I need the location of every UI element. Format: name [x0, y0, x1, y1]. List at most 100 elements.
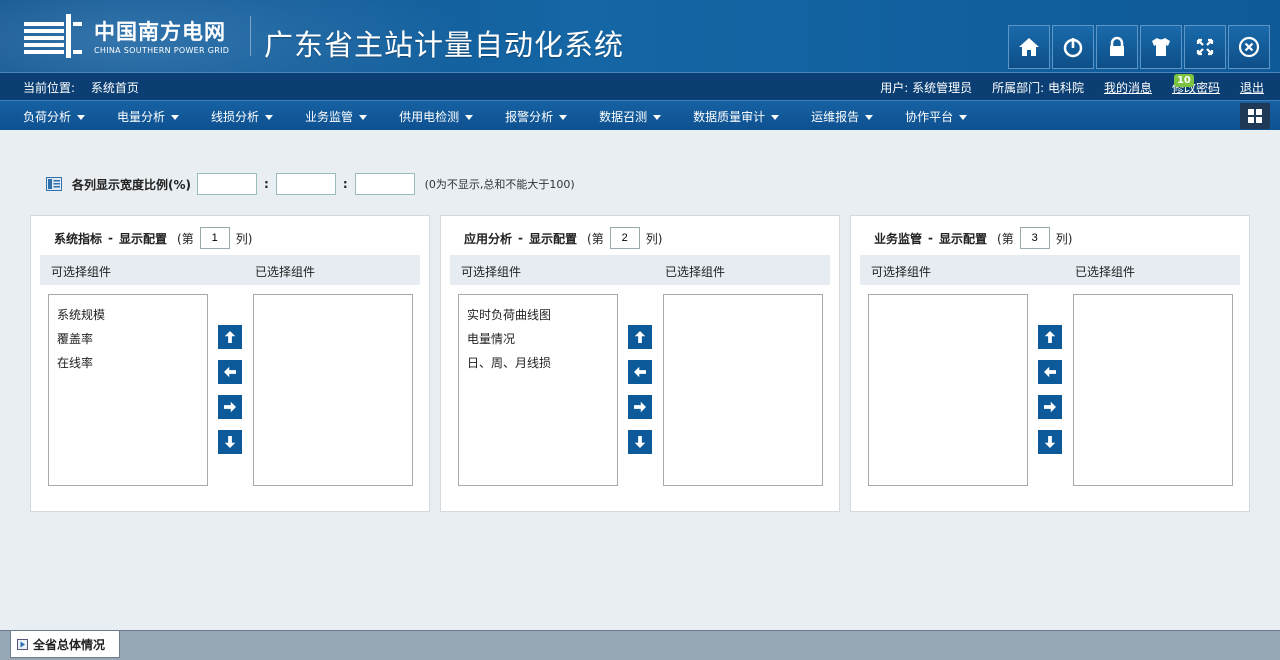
bottom-bar: 全省总体情况 [0, 630, 1280, 660]
menu-item-energy-analysis[interactable]: 电量分析 [108, 108, 188, 125]
menu-item-ops-report[interactable]: 运维报告 [802, 108, 882, 125]
available-listbox[interactable]: 系统规模 覆盖率 在线率 [48, 294, 208, 486]
transfer-buttons [1038, 325, 1062, 465]
main-menu: 负荷分析 电量分析 线损分析 业务监管 供用电检测 报警分析 数据召测 数据质量… [0, 100, 1280, 130]
arrow-right-icon [1044, 401, 1056, 413]
column-number-input[interactable] [199, 227, 230, 249]
available-header: 可选择组件 [461, 265, 522, 279]
theme-button[interactable] [1140, 25, 1182, 69]
location-value: 系统首页 [90, 81, 139, 95]
arrow-down-icon [1044, 436, 1056, 448]
panel-header-row: 可选择组件 已选择组件 [860, 255, 1240, 285]
list-item[interactable]: 覆盖率 [57, 327, 199, 351]
column-number-input[interactable] [1019, 227, 1050, 249]
close-button[interactable] [1228, 25, 1270, 69]
menu-label: 线损分析 [211, 110, 260, 124]
selected-header: 已选择组件 [255, 265, 316, 279]
home-button[interactable] [1008, 25, 1050, 69]
list-item[interactable]: 系统规模 [57, 303, 199, 327]
transfer-buttons [628, 325, 652, 465]
lock-button[interactable] [1096, 25, 1138, 69]
arrow-down-button[interactable] [1038, 430, 1062, 454]
lock-icon [1110, 36, 1124, 56]
caret-down-icon [959, 115, 968, 120]
logo-cn-text: 中国南方电网 [94, 20, 226, 44]
menu-label: 电量分析 [117, 110, 166, 124]
logout-link[interactable]: 退出 [1240, 81, 1264, 95]
caret-down-icon [465, 115, 474, 120]
column-number-input[interactable] [609, 227, 640, 249]
column-suffix: 列) [235, 231, 253, 246]
list-item[interactable]: 在线率 [57, 351, 199, 375]
arrow-up-button[interactable] [218, 325, 242, 349]
panel-name: 业务监管 [874, 231, 923, 246]
transfer-buttons [218, 325, 242, 465]
selected-header: 已选择组件 [665, 265, 726, 279]
arrow-right-icon [634, 401, 646, 413]
arrow-right-button[interactable] [1038, 395, 1062, 419]
arrow-up-button[interactable] [628, 325, 652, 349]
power-button[interactable] [1052, 25, 1094, 69]
config-panel: 业务监管 - 显示配置 (第 列) 可选择组件 已选择组件 [850, 215, 1250, 512]
panel-header-row: 可选择组件 已选择组件 [40, 255, 420, 285]
list-item[interactable]: 实时负荷曲线图 [467, 303, 609, 327]
layout-icon [46, 177, 62, 191]
bottom-tab-overview[interactable]: 全省总体情况 [10, 631, 120, 658]
menu-item-collab-platform[interactable]: 协作平台 [896, 108, 976, 125]
available-listbox[interactable] [868, 294, 1028, 486]
menu-item-data-polling[interactable]: 数据召测 [590, 108, 670, 125]
arrow-right-button[interactable] [218, 395, 242, 419]
panel-title: 应用分析 - 显示配置 (第 列) [464, 227, 662, 249]
home-icon [1019, 38, 1039, 56]
menu-item-power-monitoring[interactable]: 供用电检测 [390, 108, 482, 125]
caret-down-icon [559, 115, 568, 120]
close-icon [1238, 36, 1260, 58]
config-panel: 应用分析 - 显示配置 (第 列) 可选择组件 已选择组件 实时负荷曲线图电量情… [440, 215, 840, 512]
messages-link[interactable]: 我的消息 [1104, 81, 1152, 95]
arrow-up-icon [224, 331, 236, 343]
caret-down-icon [171, 115, 180, 120]
menu-item-data-audit[interactable]: 数据质量审计 [684, 108, 788, 125]
system-title: 广东省主站计量自动化系统 [264, 28, 625, 62]
shirt-icon [1152, 38, 1170, 56]
ratio-input-col1[interactable] [197, 173, 257, 195]
breadcrumb: 当前位置: 系统首页 [23, 79, 151, 96]
caret-down-icon [265, 115, 274, 120]
column-suffix: 列) [1055, 231, 1073, 246]
selected-listbox[interactable] [1073, 294, 1233, 486]
list-item[interactable]: 电量情况 [467, 327, 609, 351]
caret-down-icon [865, 115, 874, 120]
arrow-right-button[interactable] [628, 395, 652, 419]
arrow-left-button[interactable] [218, 360, 242, 384]
arrow-left-icon [634, 366, 646, 378]
fullscreen-icon [1196, 38, 1214, 56]
selected-listbox[interactable] [253, 294, 413, 486]
ratio-input-col3[interactable] [354, 173, 415, 195]
menu-item-line-loss[interactable]: 线损分析 [202, 108, 282, 125]
arrow-up-button[interactable] [1038, 325, 1062, 349]
menu-label: 数据质量审计 [693, 110, 766, 124]
arrow-down-button[interactable] [218, 430, 242, 454]
logo-en-text: CHINA SOUTHERN POWER GRID [94, 46, 230, 55]
list-item[interactable]: 日、周、月线损 [467, 351, 609, 375]
header-toolbar [1008, 25, 1270, 69]
ratio-input-col2[interactable] [275, 173, 336, 195]
menu-label: 数据召测 [599, 110, 648, 124]
available-listbox[interactable]: 实时负荷曲线图 电量情况 日、周、月线损 [458, 294, 618, 486]
menu-label: 业务监管 [305, 110, 354, 124]
menu-item-load-analysis[interactable]: 负荷分析 [14, 108, 94, 125]
fullscreen-button[interactable] [1184, 25, 1226, 69]
arrow-left-button[interactable] [628, 360, 652, 384]
arrow-down-icon [224, 436, 236, 448]
ratio-colon: : [264, 177, 269, 191]
panel-sep: - [928, 231, 933, 245]
layout-grid-button[interactable] [1240, 103, 1270, 129]
arrow-down-button[interactable] [628, 430, 652, 454]
arrow-left-button[interactable] [1038, 360, 1062, 384]
selected-listbox[interactable] [663, 294, 823, 486]
menu-item-business-supervision[interactable]: 业务监管 [296, 108, 376, 125]
arrow-down-icon [634, 436, 646, 448]
menu-item-alarm-analysis[interactable]: 报警分析 [496, 108, 576, 125]
panel-name: 应用分析 [464, 231, 513, 246]
caret-down-icon [771, 115, 780, 120]
